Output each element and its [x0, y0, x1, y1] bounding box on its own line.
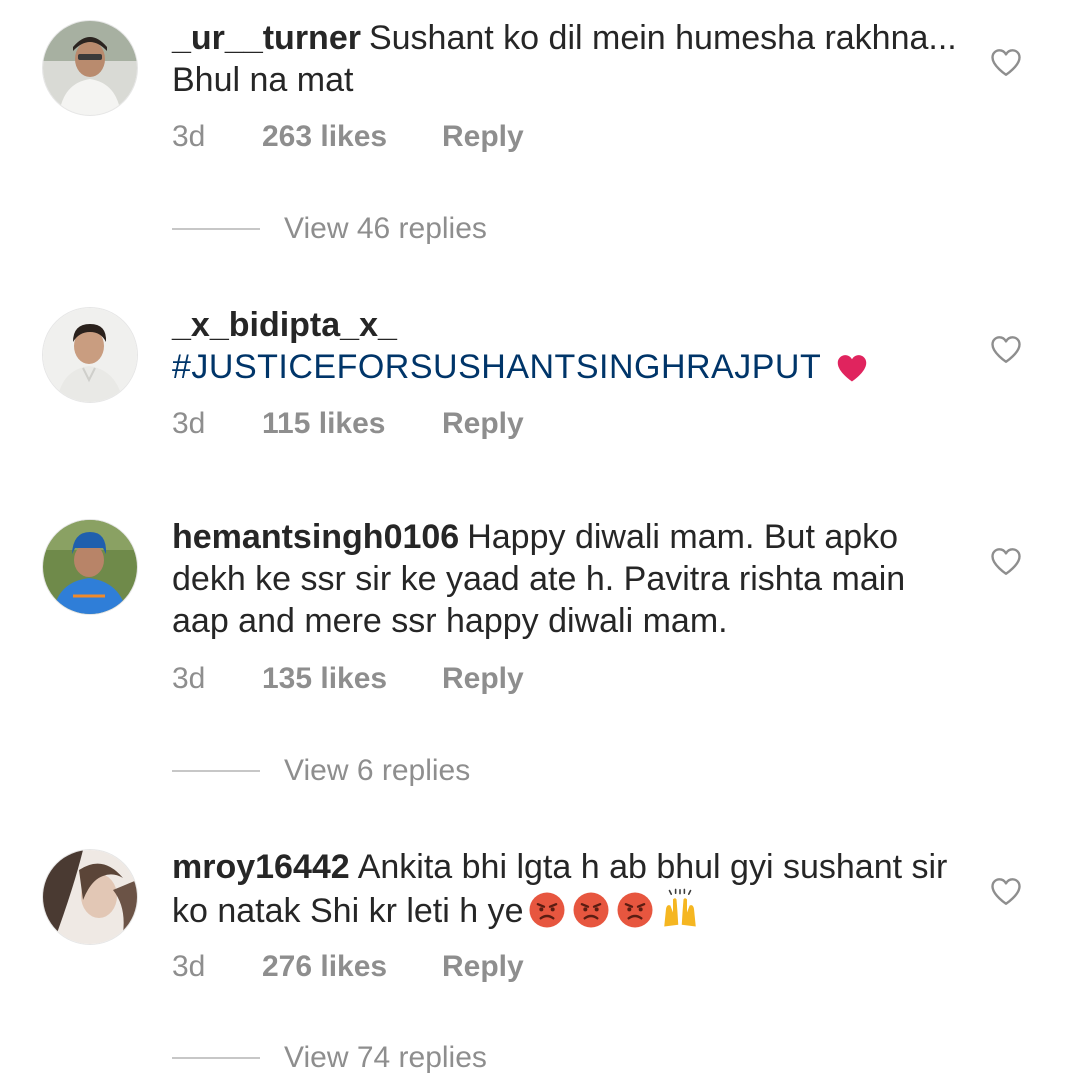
- comment-timestamp: 3d: [172, 950, 206, 983]
- comment-username[interactable]: mroy16442: [172, 848, 350, 886]
- replies-divider-line: [172, 770, 260, 772]
- comment-timestamp: 3d: [172, 120, 206, 153]
- view-replies-label: View 74 replies: [284, 1041, 487, 1074]
- avatar[interactable]: [42, 20, 138, 116]
- view-replies-button[interactable]: View 46 replies: [172, 209, 487, 249]
- angry-face-emoji: [570, 890, 612, 930]
- view-replies-label: View 6 replies: [284, 754, 471, 787]
- comment-username[interactable]: _ur__turner: [172, 19, 361, 57]
- view-replies-button[interactable]: View 74 replies: [172, 1038, 487, 1078]
- replies-divider-line: [172, 228, 260, 230]
- comment-timestamp: 3d: [172, 662, 206, 695]
- heart-outline-icon[interactable]: [988, 543, 1024, 579]
- reply-button[interactable]: Reply: [442, 662, 524, 696]
- avatar[interactable]: [42, 519, 138, 615]
- reply-button[interactable]: Reply: [442, 407, 524, 441]
- heart-outline-icon[interactable]: [988, 873, 1024, 909]
- comment-username[interactable]: _x_bidipta_x_: [172, 306, 397, 344]
- angry-face-emoji: [614, 890, 656, 930]
- red-heart-emoji: [833, 350, 871, 386]
- comment-likes[interactable]: 263 likes: [262, 120, 387, 154]
- comment-likes[interactable]: 115 likes: [262, 407, 385, 441]
- comment-text-block: hemantsingh0106 Happy diwali mam. But apk…: [172, 516, 962, 642]
- avatar[interactable]: [42, 849, 138, 945]
- comment-username[interactable]: hemantsingh0106: [172, 518, 459, 556]
- replies-divider-line: [172, 1057, 260, 1059]
- comment-likes[interactable]: 276 likes: [262, 950, 387, 984]
- comment-timestamp: 3d: [172, 407, 206, 440]
- comment-text-block: _x_bidipta_x_ #JUSTICEFORSUSHANTSINGHRAJ…: [172, 304, 962, 388]
- comment-likes[interactable]: 135 likes: [262, 662, 387, 696]
- view-replies-label: View 46 replies: [284, 212, 487, 245]
- heart-outline-icon[interactable]: [988, 44, 1024, 80]
- reply-button[interactable]: Reply: [442, 120, 524, 154]
- comment-text-block: mroy16442 Ankita bhi lgta h ab bhul gyi s…: [172, 846, 962, 932]
- heart-outline-icon[interactable]: [988, 331, 1024, 367]
- reply-button[interactable]: Reply: [442, 950, 524, 984]
- comment-hashtag[interactable]: #JUSTICEFORSUSHANTSINGHRAJPUT: [172, 348, 821, 386]
- view-replies-button[interactable]: View 6 replies: [172, 751, 470, 791]
- comment-text-block: _ur__turner Sushant ko dil mein humesha r…: [172, 17, 962, 101]
- avatar[interactable]: [42, 307, 138, 403]
- raising-hands-emoji: [658, 888, 702, 930]
- angry-face-emoji: [526, 890, 568, 930]
